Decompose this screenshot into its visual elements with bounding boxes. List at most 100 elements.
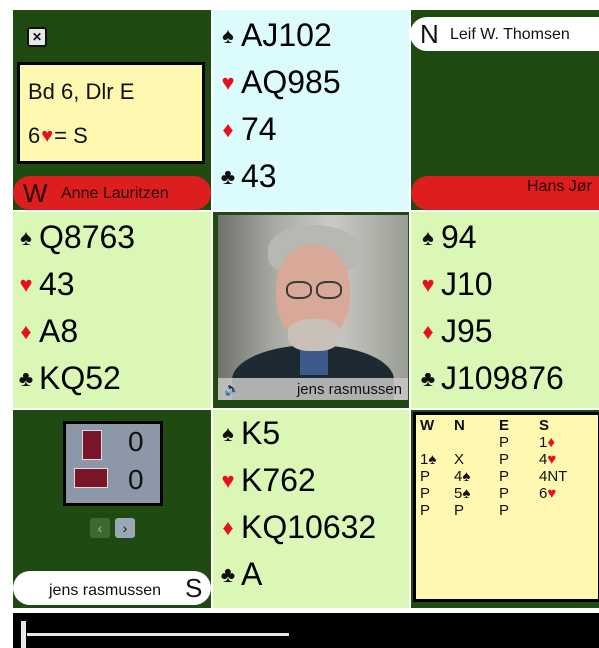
bid-cell: 4NT — [539, 468, 568, 485]
contract-label: 6 ♥ = S — [28, 123, 88, 149]
bid-cell: 1♠ — [420, 451, 437, 468]
east-clubs-cards: J109876 — [441, 360, 564, 396]
heart-icon: ♥ — [221, 70, 235, 95]
bid-cell: P — [499, 468, 510, 485]
bid-cell — [454, 434, 499, 451]
diamond-icon: ♦ — [222, 117, 234, 142]
east-hearts: ♥ J10 — [417, 261, 564, 308]
bid-cell — [420, 434, 454, 451]
diamond-icon: ♦ — [422, 319, 434, 344]
south-spades: ♠ K5 — [217, 410, 376, 457]
contract-level: 6 — [28, 123, 41, 148]
bidding-table: W N E S P 1♦ 1♠ X P 4♥ P 4♠ P 4NT P 5♠ P 6♥ P P P — [413, 412, 599, 602]
west-spades-cards: Q8763 — [39, 219, 136, 255]
bidding-header: E — [499, 417, 510, 434]
bid-cell: P — [420, 485, 431, 502]
bid-cell: 1♦ — [539, 434, 555, 451]
south-hand: ♠ K5 ♥ K762 ♦ KQ10632 ♣ A — [213, 410, 409, 608]
spade-icon: ♠ — [222, 421, 234, 446]
north-spades: ♠ AJ102 — [217, 12, 341, 59]
west-player-name: Anne Lauritzen — [61, 185, 169, 202]
playback-track[interactable] — [27, 633, 289, 636]
bidding-grid: W N E S P 1♦ 1♠ X P 4♥ P 4♠ P 4NT P 5♠ P 6♥ P P P — [420, 417, 579, 519]
south-diamonds: ♦ KQ10632 — [217, 504, 376, 551]
north-diamonds-cards: 74 — [241, 111, 277, 147]
bid-cell: 5♠ — [454, 485, 471, 502]
west-diamonds: ♦ A8 — [15, 308, 135, 355]
spade-icon: ♠ — [422, 225, 434, 250]
north-player-name: Leif W. Thomsen — [450, 26, 570, 43]
spade-icon: ♠ — [428, 451, 437, 468]
next-trick-button[interactable]: › — [115, 518, 135, 538]
east-spades-cards: 94 — [441, 219, 477, 255]
contract-declarer: = S — [54, 123, 88, 148]
trick-counter: 0 0 — [63, 421, 163, 506]
bridge-table: ✕ Bd 6, Dlr E 6 ♥ = S W Anne Lauritzen ♠… — [13, 10, 599, 608]
north-clubs: ♣ 43 — [217, 153, 341, 200]
bid-cell: X — [454, 451, 465, 468]
east-player-pill: Hans Jør — [411, 176, 599, 210]
bid-cell: 6♥ — [539, 485, 557, 502]
north-hand: ♠ AJ102 ♥ AQ985 ♦ 74 ♣ 43 — [213, 10, 409, 210]
speaker-icon[interactable]: 🔈 — [224, 381, 240, 397]
south-hearts-cards: K762 — [241, 462, 316, 498]
south-spades-cards: K5 — [241, 415, 281, 451]
bid-cell: P — [499, 502, 510, 519]
prev-trick-button[interactable]: ‹ — [90, 518, 110, 538]
diamond-icon: ♦ — [547, 434, 555, 451]
board-info-box: Bd 6, Dlr E 6 ♥ = S — [17, 62, 205, 164]
diamond-icon: ♦ — [222, 515, 234, 540]
east-diamonds: ♦ J95 — [417, 308, 564, 355]
north-clubs-cards: 43 — [241, 158, 277, 194]
ns-trick-card-icon — [82, 430, 102, 460]
bidding-panel: W N E S P 1♦ 1♠ X P 4♥ P 4♠ P 4NT P 5♠ P 6♥ P P P — [411, 410, 599, 608]
west-spades: ♠ Q8763 — [15, 214, 135, 261]
south-direction: S — [185, 573, 203, 603]
playback-slider-handle[interactable] — [21, 621, 26, 648]
south-hearts: ♥ K762 — [217, 457, 376, 504]
west-hearts: ♥ 43 — [15, 261, 135, 308]
spade-icon: ♠ — [222, 23, 234, 48]
north-direction: N — [420, 19, 439, 49]
south-player-name: jens rasmussen — [49, 582, 162, 599]
ew-tricks-count: 0 — [128, 464, 144, 495]
heart-icon: ♥ — [41, 124, 54, 147]
spade-icon: ♠ — [20, 225, 32, 250]
club-icon: ♣ — [18, 366, 34, 391]
heart-icon: ♥ — [19, 272, 33, 297]
south-clubs-cards: A — [241, 556, 263, 592]
east-hand: ♠ 94 ♥ J10 ♦ J95 ♣ J109876 — [411, 212, 599, 408]
south-player-pill: jens rasmussen S — [13, 571, 211, 605]
bid-cell — [539, 502, 579, 519]
club-icon: ♣ — [220, 164, 236, 189]
board-dealer-label: Bd 6, Dlr E — [28, 79, 135, 104]
ew-trick-card-icon — [74, 468, 108, 488]
east-diamonds-cards: J95 — [441, 313, 493, 349]
north-hearts-cards: AQ985 — [241, 64, 341, 100]
north-hearts: ♥ AQ985 — [217, 59, 341, 106]
west-player-pill: W Anne Lauritzen — [13, 176, 211, 210]
video-feed[interactable]: 🔈 jens rasmussen — [218, 215, 408, 400]
west-direction: W — [23, 178, 48, 208]
bidding-header: S — [539, 417, 550, 434]
east-clubs: ♣ J109876 — [417, 355, 564, 402]
bid-cell: P — [499, 434, 510, 451]
playback-bar — [13, 613, 599, 648]
north-spades-cards: AJ102 — [241, 17, 332, 53]
bid-cell: P — [499, 451, 510, 468]
club-icon: ♣ — [220, 562, 236, 587]
diamond-icon: ♦ — [20, 319, 32, 344]
bid-cell: P — [420, 502, 431, 519]
heart-icon: ♥ — [547, 451, 557, 468]
club-icon: ♣ — [420, 366, 436, 391]
west-diamonds-cards: A8 — [39, 313, 79, 349]
north-diamonds: ♦ 74 — [217, 106, 341, 153]
bid-cell: 4♠ — [454, 468, 471, 485]
close-icon[interactable]: ✕ — [27, 27, 47, 47]
bid-cell: P — [420, 468, 431, 485]
west-clubs-cards: KQ52 — [39, 360, 121, 396]
ns-tricks-count: 0 — [128, 426, 144, 457]
spade-icon: ♠ — [462, 468, 471, 485]
bid-cell: P — [454, 502, 465, 519]
heart-icon: ♥ — [221, 468, 235, 493]
